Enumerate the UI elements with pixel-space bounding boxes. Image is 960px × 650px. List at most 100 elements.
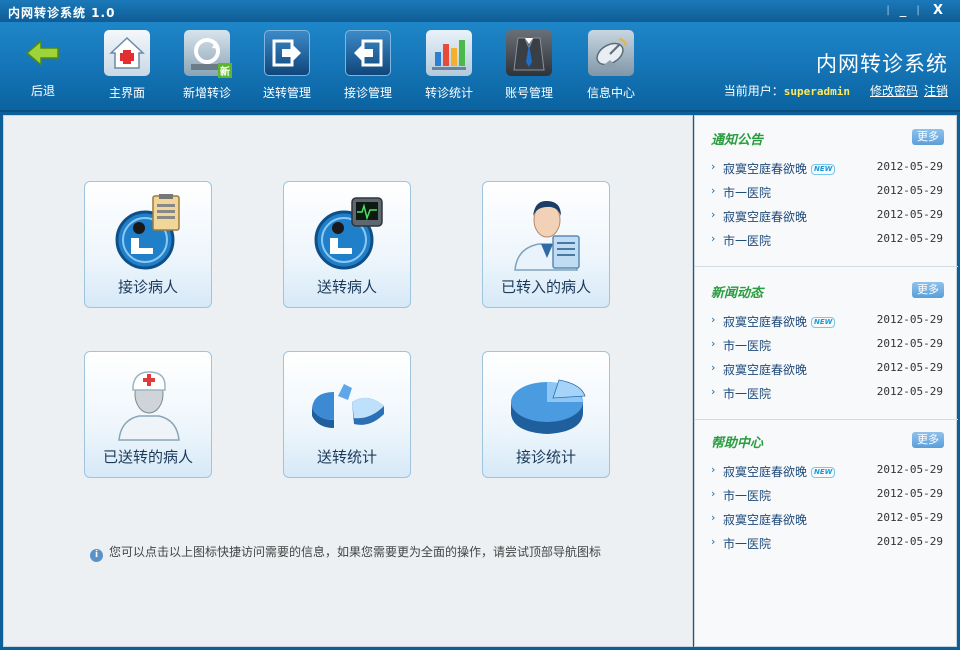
item-title: 市一医院 <box>723 537 772 551</box>
doctor-clipboard-icon <box>507 192 587 272</box>
item-title: 寂寞空庭春欲晚 <box>723 315 808 329</box>
bullet-arrow-icon: › <box>711 487 716 500</box>
tile-send-stats[interactable]: 送转统计 <box>283 351 411 478</box>
close-button[interactable]: X <box>920 0 956 20</box>
list-item[interactable]: › 市一医院 2012-05-29 <box>711 335 943 355</box>
new-badge: 新 <box>218 63 232 78</box>
bullet-arrow-icon: › <box>711 535 716 548</box>
app-title: 内网转诊系统 <box>816 52 948 76</box>
list-item[interactable]: › 市一医院 2012-05-29 <box>711 383 943 403</box>
bullet-arrow-icon: › <box>711 337 716 350</box>
nav-label: 转诊统计 <box>424 86 473 100</box>
item-date: 2012-05-29 <box>876 535 943 548</box>
nav-home[interactable]: 主界面 <box>92 28 162 104</box>
item-date: 2012-05-29 <box>876 487 943 500</box>
back-button[interactable]: 后退 <box>8 28 78 104</box>
section-title: 帮助中心 <box>711 436 764 451</box>
tile-receive-patient[interactable]: 接诊病人 <box>84 181 212 308</box>
help-tip: i 您可以点击以上图标快捷访问需要的信息，如果您需要更为全面的操作，请尝试顶部导航… <box>90 543 601 562</box>
more-button[interactable]: 更多 <box>912 282 944 298</box>
minimize-button[interactable]: _ <box>890 0 916 20</box>
nav-label: 新增转诊 <box>182 86 231 100</box>
tile-send-patient[interactable]: 送转病人 <box>283 181 411 308</box>
item-date: 2012-05-29 <box>876 160 943 173</box>
patient-chair-clipboard-icon <box>109 192 189 272</box>
refresh-new-icon: 新 <box>184 30 232 78</box>
nav-send-management[interactable]: 送转管理 <box>252 28 322 104</box>
tile-label: 已转入的病人 <box>500 278 591 296</box>
window-title-bar: 内网转诊系统 1.0 | _ | X <box>0 0 960 22</box>
arrow-in-icon <box>345 30 391 76</box>
tile-label: 接诊病人 <box>117 278 178 296</box>
bullet-arrow-icon: › <box>711 385 716 398</box>
user-info: 当前用户：superadmin 修改密码 注销 <box>724 82 948 99</box>
nav-receive-management[interactable]: 接诊管理 <box>333 28 403 104</box>
nav-info-center[interactable]: 信息中心 <box>576 28 646 104</box>
list-item[interactable]: › 寂寞空庭春欲晚 2012-05-29 <box>711 206 943 226</box>
nav-label: 信息中心 <box>586 86 635 100</box>
logout-link[interactable]: 注销 <box>924 84 948 98</box>
item-title: 寂寞空庭春欲晚 <box>723 162 808 176</box>
pie-chart-3d-icon <box>507 362 587 442</box>
list-item[interactable]: › 寂寞空庭春欲晚 NEW 2012-05-29 <box>711 158 943 178</box>
list-item[interactable]: › 寂寞空庭春欲晚 2012-05-29 <box>711 509 943 529</box>
pie-pieces-icon <box>308 362 388 442</box>
header-toolbar: 后退 主界面 新 新增转诊 送转管理 接诊管理 转诊统计 账号管理 信息中心 内… <box>0 22 960 112</box>
divider <box>695 266 958 267</box>
nav-account-management[interactable]: 账号管理 <box>494 28 564 104</box>
bar-chart-icon <box>426 30 472 76</box>
window-title: 内网转诊系统 1.0 <box>8 6 116 20</box>
new-badge: NEW <box>811 164 836 175</box>
item-date: 2012-05-29 <box>876 208 943 221</box>
nav-new-referral[interactable]: 新 新增转诊 <box>172 28 242 104</box>
nav-label: 主界面 <box>108 86 145 100</box>
item-title: 市一医院 <box>723 489 772 503</box>
item-date: 2012-05-29 <box>876 232 943 245</box>
item-date: 2012-05-29 <box>876 361 943 374</box>
nav-referral-stats[interactable]: 转诊统计 <box>414 28 484 104</box>
tile-receive-stats[interactable]: 接诊统计 <box>482 351 610 478</box>
username: superadmin <box>783 85 850 98</box>
list-item[interactable]: › 寂寞空庭春欲晚 2012-05-29 <box>711 359 943 379</box>
item-date: 2012-05-29 <box>876 184 943 197</box>
item-date: 2012-05-29 <box>876 337 943 350</box>
bullet-arrow-icon: › <box>711 463 716 476</box>
change-password-link[interactable]: 修改密码 <box>870 84 918 98</box>
list-item[interactable]: › 市一医院 2012-05-29 <box>711 230 943 250</box>
item-title: 市一医院 <box>723 234 772 248</box>
item-title: 市一医院 <box>723 387 772 401</box>
list-item[interactable]: › 市一医院 2012-05-29 <box>711 485 943 505</box>
list-item[interactable]: › 寂寞空庭春欲晚 NEW 2012-05-29 <box>711 311 943 331</box>
main-panel: 接诊病人 送转病人 已转入的病人 已送转的病人 送转统计 接诊统计 i 您可以点… <box>3 115 693 647</box>
list-item[interactable]: › 寂寞空庭春欲晚 NEW 2012-05-29 <box>711 461 943 481</box>
news-section: 新闻动态 更多 › 寂寞空庭春欲晚 NEW 2012-05-29 › 市一医院 2012-… <box>695 269 958 420</box>
suit-icon <box>506 30 552 76</box>
patient-chair-monitor-icon <box>308 192 388 272</box>
back-label: 后退 <box>30 84 55 98</box>
satellite-dish-icon <box>588 30 634 76</box>
bullet-arrow-icon: › <box>711 184 716 197</box>
tile-sent-out-patients[interactable]: 已送转的病人 <box>84 351 212 478</box>
info-sidebar: 通知公告 更多 › 寂寞空庭春欲晚 NEW 2012-05-29 › 市一医院 2012-… <box>694 115 958 647</box>
bullet-arrow-icon: › <box>711 313 716 326</box>
more-button[interactable]: 更多 <box>912 129 944 145</box>
item-title: 寂寞空庭春欲晚 <box>723 363 808 377</box>
list-item[interactable]: › 市一医院 2012-05-29 <box>711 533 943 553</box>
help-section: 帮助中心 更多 › 寂寞空庭春欲晚 NEW 2012-05-29 › 市一医院 2012-… <box>695 419 958 551</box>
back-arrow-icon <box>20 30 66 76</box>
notice-section: 通知公告 更多 › 寂寞空庭春欲晚 NEW 2012-05-29 › 市一医院 2012-… <box>695 116 958 267</box>
bullet-arrow-icon: › <box>711 232 716 245</box>
bullet-arrow-icon: › <box>711 208 716 221</box>
item-title: 市一医院 <box>723 339 772 353</box>
tile-label: 接诊统计 <box>515 448 576 466</box>
tile-transferred-in-patients[interactable]: 已转入的病人 <box>482 181 610 308</box>
item-title: 寂寞空庭春欲晚 <box>723 513 808 527</box>
list-item[interactable]: › 市一医院 2012-05-29 <box>711 182 943 202</box>
more-button[interactable]: 更多 <box>912 432 944 448</box>
tile-label: 送转统计 <box>316 448 377 466</box>
nav-label: 送转管理 <box>262 86 311 100</box>
bullet-arrow-icon: › <box>711 511 716 524</box>
arrow-out-icon <box>264 30 310 76</box>
nav-label: 接诊管理 <box>343 86 392 100</box>
bullet-arrow-icon: › <box>711 160 716 173</box>
